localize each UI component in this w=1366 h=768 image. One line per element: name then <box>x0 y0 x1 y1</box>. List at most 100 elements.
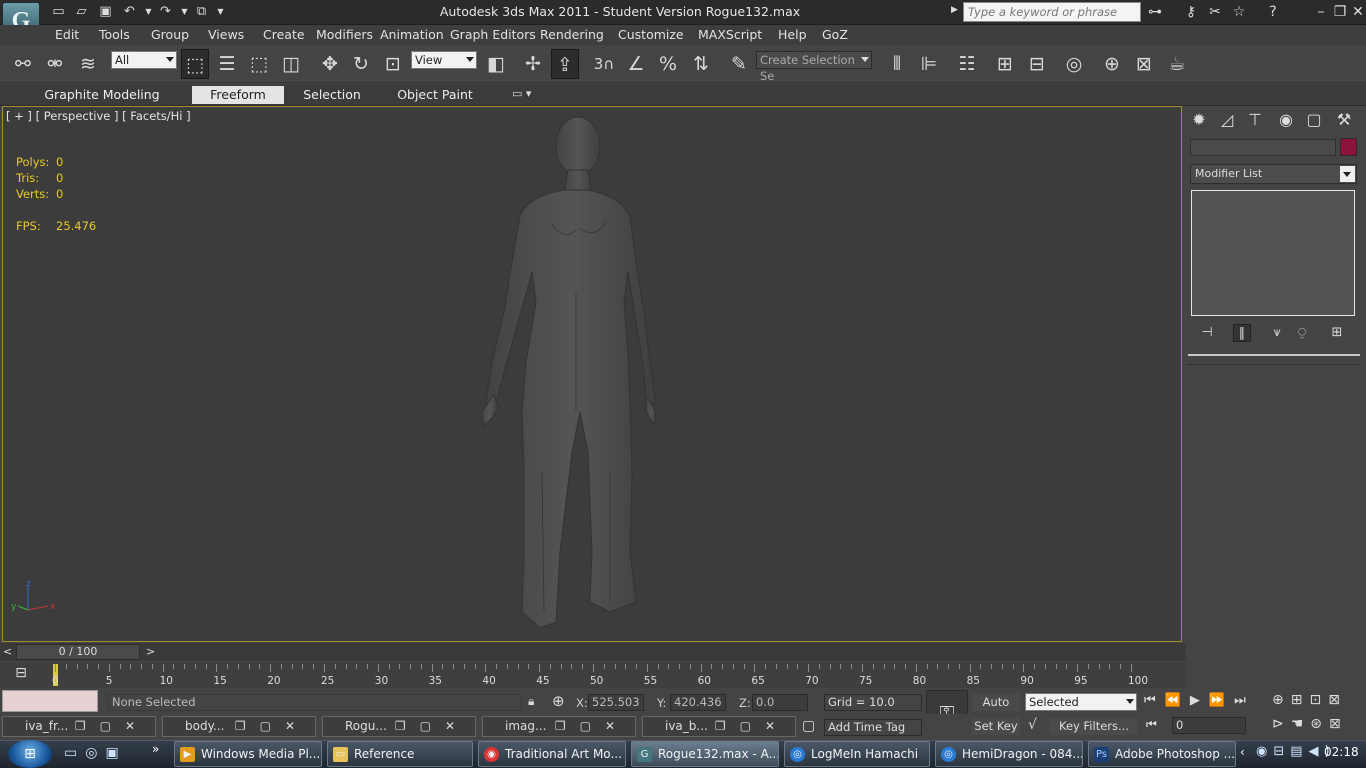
rectangular-selection-icon[interactable]: ⬚ <box>244 49 274 79</box>
redo-dropdown-icon[interactable]: ▼ <box>176 4 193 20</box>
taskbar-reference[interactable]: ▭ Reference <box>327 741 473 767</box>
curve-editor-icon[interactable]: ⊞ <box>990 49 1020 79</box>
add-time-tag-field[interactable]: Add Time Tag <box>824 719 922 736</box>
open-file-icon[interactable]: ▱ <box>73 4 90 20</box>
minimized-window-4[interactable]: imag... ❐▢✕ <box>482 716 636 737</box>
named-selection-set-dropdown[interactable]: Create Selection Se <box>756 51 872 83</box>
viewport-label[interactable]: [ + ] [ Perspective ] [ Facets/Hi ] <box>6 109 191 123</box>
show-end-result-icon[interactable]: ∥ <box>1233 324 1251 342</box>
modifier-list-dropdown[interactable]: Modifier List <box>1190 164 1357 184</box>
spinner-snap-icon[interactable]: ⇅ <box>686 49 716 79</box>
menu-views[interactable]: Views <box>208 25 244 45</box>
help-icon[interactable]: ? <box>1263 3 1283 21</box>
tab-graphite-modeling-tools[interactable]: Graphite Modeling Tools <box>28 86 176 120</box>
clock[interactable]: 02:18 <box>1324 745 1359 759</box>
minimized-window-5[interactable]: iva_b... ❐▢✕ <box>642 716 796 737</box>
edit-named-selection-icon[interactable]: ✎ <box>724 49 754 79</box>
time-slider-track[interactable] <box>0 643 1186 661</box>
taskbar-hamachi[interactable]: ◎ LogMeIn Hamachi <box>784 741 930 767</box>
minimize-icon[interactable]: – <box>1311 3 1331 21</box>
minimized-window-2-controls[interactable]: ❐▢✕ <box>235 717 309 736</box>
viewport-navigation-top[interactable]: ⊕⊞⊡⊠ <box>1272 692 1347 708</box>
undo-icon[interactable]: ↶ <box>121 4 138 20</box>
hierarchy-panel-icon[interactable]: ⊤ <box>1243 108 1267 132</box>
start-button[interactable]: ⊞ <box>8 740 52 768</box>
menu-rendering[interactable]: Rendering <box>540 25 604 45</box>
menu-customize[interactable]: Customize <box>618 25 684 45</box>
restore-icon[interactable]: ❐ <box>1330 3 1350 21</box>
link-icon[interactable]: ⚯ <box>8 49 38 79</box>
binoculars-icon[interactable]: ⊶ <box>1145 3 1165 21</box>
tray-expand-icon[interactable]: ‹ <box>1240 745 1245 759</box>
minimized-window-4-controls[interactable]: ❐▢✕ <box>555 717 629 736</box>
character-model[interactable] <box>460 112 680 634</box>
selection-lock-icon[interactable]: 🔒︎ <box>528 694 534 709</box>
utilities-panel-icon[interactable]: ⚒ <box>1332 108 1356 132</box>
angle-snap-icon[interactable]: ∠ <box>621 49 651 79</box>
bind-space-warp-icon[interactable]: ≋ <box>73 49 103 79</box>
default-tangent-icon[interactable]: √ <box>1028 717 1037 733</box>
time-slider-thumb[interactable]: 0 / 100 <box>16 644 140 660</box>
menu-goz[interactable]: GoZ <box>822 25 848 45</box>
minimized-window-1[interactable]: iva_fr... ❐▢✕ <box>2 716 156 737</box>
render-production-icon[interactable]: ☕ <box>1162 49 1192 79</box>
schematic-view-icon[interactable]: ⊟ <box>1022 49 1052 79</box>
save-icon[interactable]: ▣ <box>97 4 114 20</box>
minimized-window-1-controls[interactable]: ❐▢✕ <box>75 717 149 736</box>
menu-maxscript[interactable]: MAXScript <box>698 25 762 45</box>
viewport-navigation-bottom[interactable]: ⊳☚⊛⊠ <box>1272 716 1348 732</box>
minimized-window-3-controls[interactable]: ❐▢✕ <box>395 717 469 736</box>
pin-stack-icon[interactable]: ⊣ <box>1198 324 1216 342</box>
quick-launch-icons[interactable]: ▭◎▣ <box>64 745 127 761</box>
close-icon[interactable]: ✕ <box>1348 3 1366 21</box>
menu-group[interactable]: Group <box>151 25 189 45</box>
minimized-window-5-controls[interactable]: ❐▢✕ <box>715 717 789 736</box>
mirror-icon[interactable]: ⫴ <box>882 49 912 79</box>
object-color-swatch[interactable] <box>1340 138 1357 156</box>
modify-panel-icon[interactable]: ◿ <box>1215 108 1239 132</box>
time-slider-prev-button[interactable]: < <box>3 645 12 658</box>
redo-icon[interactable]: ↷ <box>157 4 174 20</box>
taskbar-photoshop[interactable]: Ps Adobe Photoshop ... <box>1088 741 1236 767</box>
playback-controls[interactable]: ⏮⏪▶⏩⏭ <box>1144 693 1255 708</box>
y-coordinate-field[interactable]: 420.436 <box>670 694 726 711</box>
percent-snap-icon[interactable]: % <box>653 49 683 79</box>
menu-animation[interactable]: Animation <box>380 25 444 45</box>
mini-curve-editor-icon[interactable]: ⊟ <box>8 665 34 685</box>
favorites-star-icon[interactable]: ☆ <box>1229 3 1249 21</box>
select-object-icon[interactable]: ⬚ <box>181 49 209 79</box>
snaps-toggle-icon[interactable]: 3∩ <box>589 49 619 79</box>
ribbon-options-icon[interactable]: ▭ ▾ <box>512 87 531 100</box>
subscription-key-icon[interactable]: ⚷ <box>1181 3 1201 21</box>
x-coordinate-field[interactable]: 525.503 <box>588 694 644 711</box>
unlink-icon[interactable]: ⚮ <box>40 49 70 79</box>
key-filters-button[interactable]: Key Filters... <box>1050 718 1138 735</box>
key-selected-dropdown[interactable]: Selected <box>1025 693 1137 711</box>
tab-selection[interactable]: Selection <box>298 86 366 104</box>
select-and-move-icon[interactable]: ✥ <box>315 49 345 79</box>
tab-object-paint[interactable]: Object Paint <box>394 86 476 104</box>
taskbar-hemidragon[interactable]: ◎ HemiDragon - 084... <box>935 741 1083 767</box>
quick-launch-overflow-icon[interactable]: » <box>152 742 159 756</box>
selection-filter-dropdown[interactable]: All <box>111 51 177 69</box>
set-key-button[interactable]: Set Key <box>972 718 1020 735</box>
minimized-window-3[interactable]: Rogu... ❐▢✕ <box>322 716 476 737</box>
create-panel-icon[interactable]: ✹ <box>1187 108 1211 132</box>
quick-access-dropdown-icon[interactable]: ▼ <box>212 4 229 20</box>
select-and-rotate-icon[interactable]: ↻ <box>346 49 376 79</box>
render-setup-icon[interactable]: ⊕ <box>1097 49 1127 79</box>
search-input[interactable]: Type a keyword or phrase <box>963 2 1141 22</box>
undo-dropdown-icon[interactable]: ▼ <box>140 4 157 20</box>
pivot-center-icon[interactable]: ◧ <box>481 49 511 79</box>
make-unique-icon[interactable]: ⩛ <box>1268 324 1286 342</box>
menu-modifiers[interactable]: Modifiers <box>316 25 373 45</box>
time-slider-next-button[interactable]: > <box>146 645 155 658</box>
layer-manager-icon[interactable]: ☷ <box>952 49 982 79</box>
remove-modifier-icon[interactable]: ⍜ <box>1293 324 1311 342</box>
project-folder-icon[interactable]: ⧉ <box>193 4 210 20</box>
infocenter-collapse-icon[interactable]: ▶ <box>951 5 958 15</box>
key-mode-toggle-icon[interactable]: ⏮ <box>1146 717 1157 732</box>
taskbar-3dsmax[interactable]: G Rogue132.max - A... <box>631 741 779 767</box>
menu-create[interactable]: Create <box>263 25 305 45</box>
absolute-mode-icon[interactable]: ⊕ <box>552 692 565 710</box>
